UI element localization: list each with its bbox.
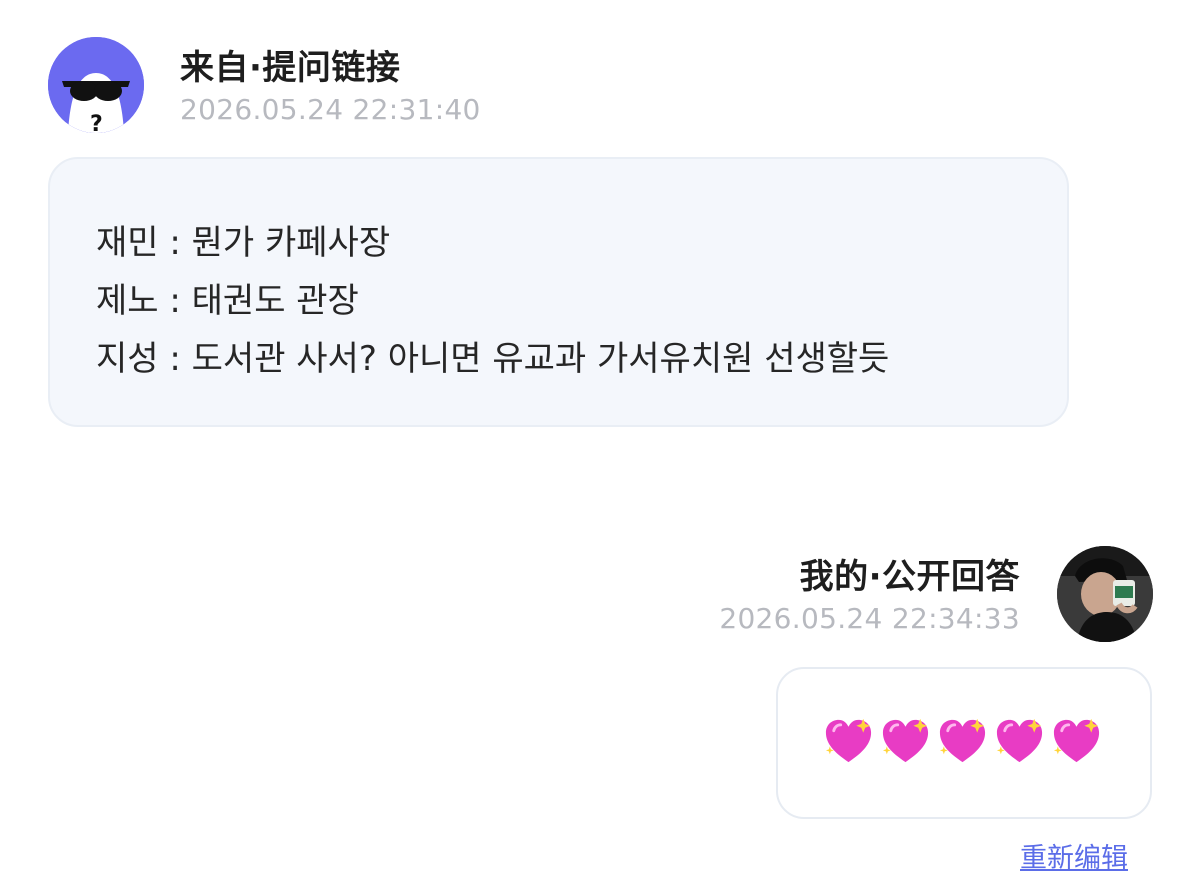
question-line: 지성 : 도서관 사서? 아니면 유교과 가서유치원 선생할듯 (96, 339, 890, 379)
answer-bubble (776, 667, 1152, 819)
sunglasses-ghost-icon: ? (48, 37, 144, 133)
answerer-avatar[interactable] (1057, 546, 1153, 642)
user-photo-icon (1057, 546, 1153, 642)
sparkling-heart-icon (939, 718, 986, 763)
question-source-title: 来自·提问链接 (180, 48, 401, 88)
question-bubble: 재민 : 뭔가 카페사장 제노 : 태권도 관장 지성 : 도서관 사서? 아니… (48, 157, 1069, 427)
sparkling-heart-icon (825, 718, 872, 763)
answer-title: 我的·公开回答 (799, 557, 1020, 597)
question-line: 제노 : 태권도 관장 (96, 281, 359, 321)
answer-content (822, 715, 1103, 768)
questioner-avatar: ? (48, 37, 144, 133)
answer-timestamp: 2026.05.24 22:34:33 (719, 602, 1020, 635)
svg-text:?: ? (90, 112, 103, 133)
question-line: 재민 : 뭔가 카페사장 (96, 223, 391, 263)
question-timestamp: 2026.05.24 22:31:40 (180, 93, 481, 126)
re-edit-link[interactable]: 重新编辑 (1020, 836, 1128, 875)
sparkling-heart-icon (996, 718, 1043, 763)
sparkling-heart-icon (1053, 718, 1100, 763)
sparkling-heart-icon (882, 718, 929, 763)
